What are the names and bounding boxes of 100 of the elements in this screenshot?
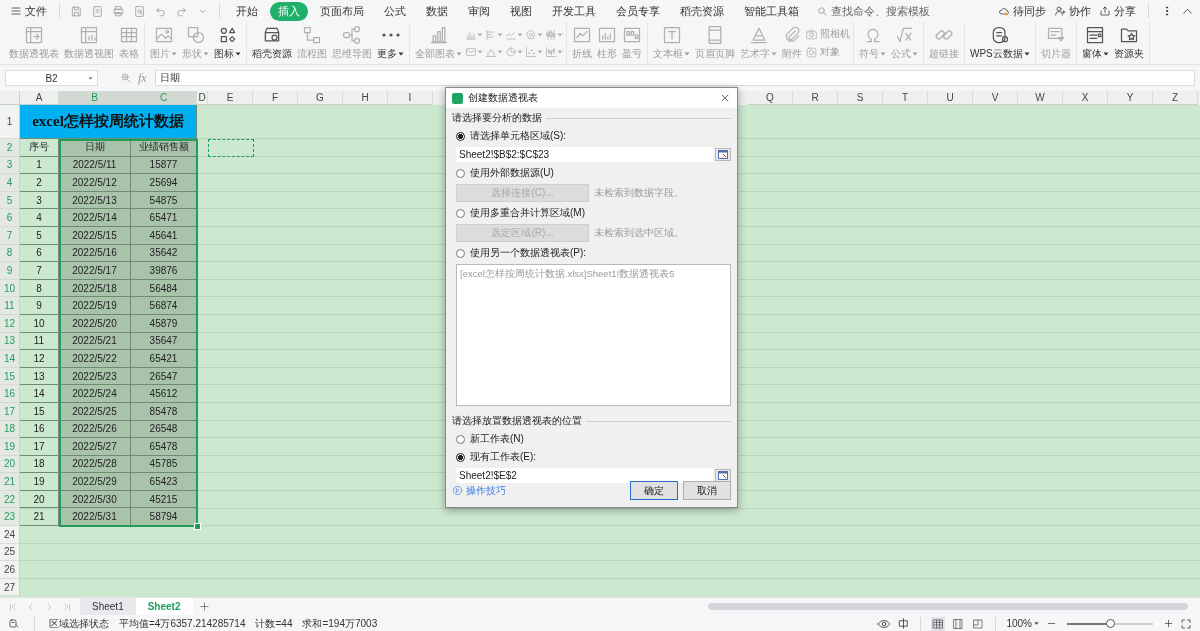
view-button[interactable]: [931, 616, 946, 631]
row-header[interactable]: 26: [0, 561, 20, 579]
zoom-in-icon[interactable]: [1163, 618, 1174, 629]
column-header[interactable]: F: [253, 91, 298, 105]
radio-option[interactable]: 新工作表(N): [456, 432, 731, 446]
radical-icon: [894, 25, 915, 45]
zoom-level-button[interactable]: 100%: [1006, 618, 1040, 629]
crosshair-icon[interactable]: [897, 617, 911, 630]
table-cell: 15: [20, 402, 59, 421]
cancel-button[interactable]: 取消: [683, 481, 731, 500]
horizontal-scrollbar[interactable]: [708, 601, 1188, 612]
radio-option[interactable]: 使用外部数据源(U): [456, 166, 731, 180]
column-header[interactable]: H: [343, 91, 388, 105]
column-header[interactable]: E: [208, 91, 253, 105]
form-icon: [1085, 25, 1106, 45]
sheet-tab[interactable]: Sheet1: [80, 598, 136, 615]
name-box[interactable]: B2: [5, 70, 98, 86]
print-icon[interactable]: [112, 4, 125, 18]
app-logo-icon: [452, 92, 463, 104]
column-header[interactable]: I: [388, 91, 433, 105]
ribbon-tab[interactable]: 开始: [228, 1, 266, 21]
view-button[interactable]: [971, 616, 986, 631]
radio-option[interactable]: 现有工作表(E):: [456, 450, 731, 464]
select-all-corner[interactable]: [0, 91, 20, 105]
formula-field[interactable]: 日期: [154, 70, 1195, 86]
table-cell: 2022/5/24: [59, 385, 131, 403]
column-header[interactable]: D: [197, 91, 208, 105]
column-header[interactable]: V: [973, 91, 1018, 105]
sheet-tab[interactable]: Sheet2: [135, 598, 193, 615]
table-cell: 2022/5/14: [59, 209, 131, 227]
fullscreen-icon[interactable]: [1180, 617, 1192, 630]
row-header[interactable]: 1: [0, 105, 20, 139]
ribbon-tab[interactable]: 审阅: [460, 1, 498, 21]
row-header[interactable]: 24: [0, 526, 20, 544]
column-header[interactable]: S: [838, 91, 883, 105]
column-header[interactable]: X: [1063, 91, 1108, 105]
ribbon-tab[interactable]: 页面布局: [312, 1, 372, 21]
column-header[interactable]: R: [793, 91, 838, 105]
horizontal-bar-icon: [485, 28, 497, 41]
save-icon[interactable]: [70, 4, 83, 18]
column-header[interactable]: Y: [1108, 91, 1153, 105]
ribbon-tab[interactable]: 开发工具: [544, 1, 604, 21]
column-header[interactable]: G: [298, 91, 343, 105]
ribbon-tab[interactable]: 会员专享: [608, 1, 668, 21]
table-cell: 16: [20, 420, 59, 439]
ok-button[interactable]: 确定: [630, 481, 678, 500]
first-sheet-icon[interactable]: [8, 601, 18, 612]
more-button[interactable]: 更多: [375, 22, 406, 64]
table-cell: 12: [20, 350, 59, 368]
icons-button[interactable]: 图标: [212, 22, 243, 64]
share-button[interactable]: 分享: [1099, 3, 1136, 19]
caret-icon: [87, 75, 94, 82]
location-field[interactable]: Sheet2!$E$2: [456, 468, 713, 483]
ribbon-tab[interactable]: 智能工具箱: [736, 1, 807, 21]
next-sheet-icon[interactable]: [44, 601, 54, 612]
form-button[interactable]: 窗体: [1079, 22, 1111, 64]
column-header[interactable]: Z: [1153, 91, 1198, 105]
hint-text: 未检索到选中区域。: [594, 226, 684, 240]
table-cell: 45612: [131, 385, 197, 403]
file-menu[interactable]: 文件: [6, 3, 51, 19]
column-header[interactable]: Q: [748, 91, 793, 105]
table-cell: 2022/5/19: [59, 297, 131, 315]
ribbon-tab[interactable]: 视图: [502, 1, 540, 21]
zoom-slider[interactable]: [1067, 622, 1153, 625]
document-icon[interactable]: [91, 4, 104, 18]
print-preview-icon[interactable]: [133, 4, 146, 18]
view-button[interactable]: [951, 616, 966, 631]
tips-link[interactable]: 操作技巧: [452, 483, 506, 498]
page-break-icon: [972, 617, 985, 630]
section-heading: 请选择要分析的数据: [452, 111, 542, 125]
table-cell: 18: [20, 455, 59, 474]
ribbon-tab[interactable]: 稻壳资源: [672, 1, 732, 21]
mind-map-icon: [342, 25, 362, 45]
table-cell: 21: [20, 508, 59, 527]
search-field[interactable]: 查找命令、搜索模板: [817, 5, 941, 17]
collaborate-button[interactable]: 协作: [1054, 3, 1091, 19]
sync-button[interactable]: 待同步: [998, 3, 1046, 19]
sparkline-column-icon: [597, 25, 617, 45]
resource-folder-button[interactable]: 资源夹: [1111, 22, 1146, 64]
plus-icon: [198, 601, 210, 612]
range-picker-button[interactable]: [715, 148, 731, 161]
fill-handle[interactable]: [194, 523, 201, 531]
previous-sheet-icon[interactable]: [26, 601, 36, 612]
table-cell: 7: [20, 262, 59, 280]
radio-option[interactable]: 使用多重合并计算区域(M): [456, 206, 731, 220]
radio-option[interactable]: 请选择单元格区域(S):: [456, 129, 731, 143]
column-header[interactable]: W: [1018, 91, 1063, 105]
resource-button[interactable]: 稻壳资源: [250, 22, 294, 64]
cloud-data-button[interactable]: WPS云数据: [968, 22, 1032, 64]
column-header[interactable]: T: [883, 91, 928, 105]
last-sheet-icon[interactable]: [62, 601, 72, 612]
close-button[interactable]: [719, 92, 731, 104]
ribbon-tab[interactable]: 数据: [418, 1, 456, 21]
table-cell: 65421: [131, 350, 197, 368]
ribbon-tab[interactable]: 公式: [376, 1, 414, 21]
column-header[interactable]: U: [928, 91, 973, 105]
table-cell: 2022/5/22: [59, 350, 131, 368]
range-field[interactable]: Sheet2!$B$2:$C$23: [456, 147, 713, 162]
pivot-table-icon: [24, 25, 44, 45]
zoom-icon[interactable]: [120, 72, 132, 84]
